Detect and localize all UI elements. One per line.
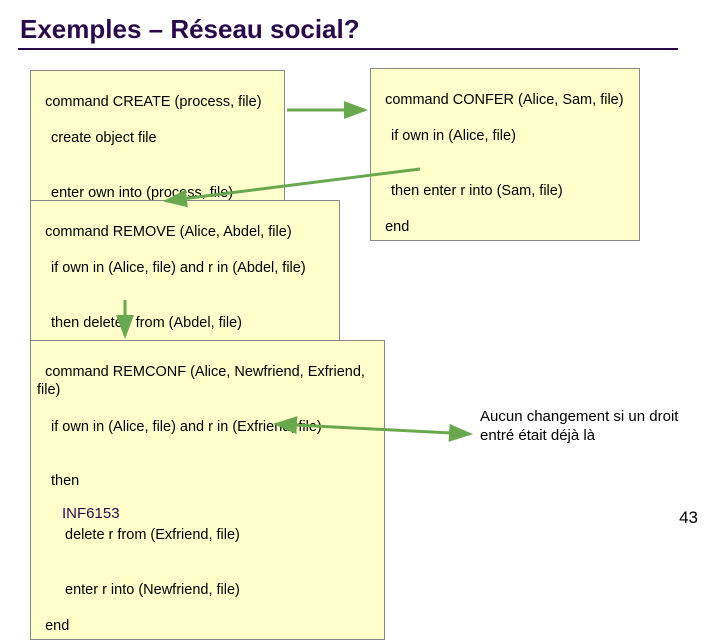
footer-page-number: 43 [679,508,698,528]
codebox-confer: command CONFER (Alice, Sam, file) if own… [370,68,640,241]
code-line: enter r into (Newfriend, file) [37,581,378,599]
code-line: command CREATE (process, file) [45,94,261,110]
arrow-remove-to-remconf [100,298,150,342]
code-line: create object file [37,129,278,147]
codebox-remconf: command REMCONF (Alice, Newfriend, Exfri… [30,340,385,640]
code-line: then delete r from (Abdel, file) [37,314,333,332]
code-line: command CONFER (Alice, Sam, file) [385,92,624,108]
arrow-remconf-to-note [270,416,480,446]
code-line: if own in (Alice, file) [377,127,633,145]
footer-course-code: INF6153 [62,505,120,522]
slide-title: Exemples – Réseau social? [20,14,360,45]
code-line: command REMOVE (Alice, Abdel, file) [45,224,292,240]
code-line: then [37,472,378,490]
code-line: delete r from (Exfriend, file) [37,526,378,544]
side-note: Aucun changement si un droit entré était… [480,408,690,446]
code-line: if own in (Alice, file) and r in (Abdel,… [37,259,333,277]
title-underline [18,48,678,50]
code-line: end [45,618,69,634]
code-line: command REMCONF (Alice, Newfriend, Exfri… [37,364,369,398]
arrow-create-to-confer [287,100,372,120]
code-line: end [385,219,409,235]
arrow-confer-to-remove [160,167,430,207]
